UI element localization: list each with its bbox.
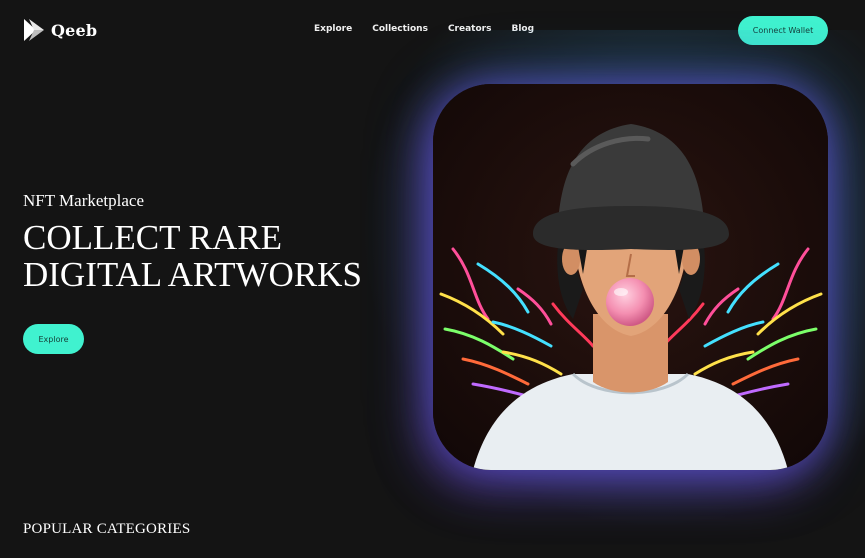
- nft-character-illustration: [433, 84, 828, 470]
- brand-logo[interactable]: Qeeb: [24, 19, 97, 41]
- qeeb-logo-icon: [24, 19, 44, 41]
- connect-wallet-button[interactable]: Connect Wallet: [738, 16, 828, 45]
- hero-headline-line-2: DIGITAL ARTWORKS: [23, 255, 362, 294]
- hero-headline: COLLECT RARE DIGITAL ARTWORKS: [23, 219, 362, 293]
- hero-explore-button[interactable]: Explore: [23, 324, 84, 354]
- main-nav: Explore Collections Creators Blog: [314, 24, 554, 34]
- popular-categories-title: POPULAR CATEGORIES: [23, 521, 191, 537]
- nav-explore[interactable]: Explore: [314, 24, 352, 34]
- nav-collections[interactable]: Collections: [372, 24, 428, 34]
- hero-headline-line-1: COLLECT RARE: [23, 218, 282, 257]
- hero-artwork: [433, 84, 828, 470]
- nav-creators[interactable]: Creators: [448, 24, 492, 34]
- nav-blog[interactable]: Blog: [511, 24, 534, 34]
- hero-eyebrow: NFT Marketplace: [23, 191, 145, 210]
- landing-page: Qeeb Explore Collections Creators Blog C…: [0, 0, 865, 558]
- bubble-gum-icon: [606, 278, 654, 326]
- brand-name: Qeeb: [51, 20, 98, 40]
